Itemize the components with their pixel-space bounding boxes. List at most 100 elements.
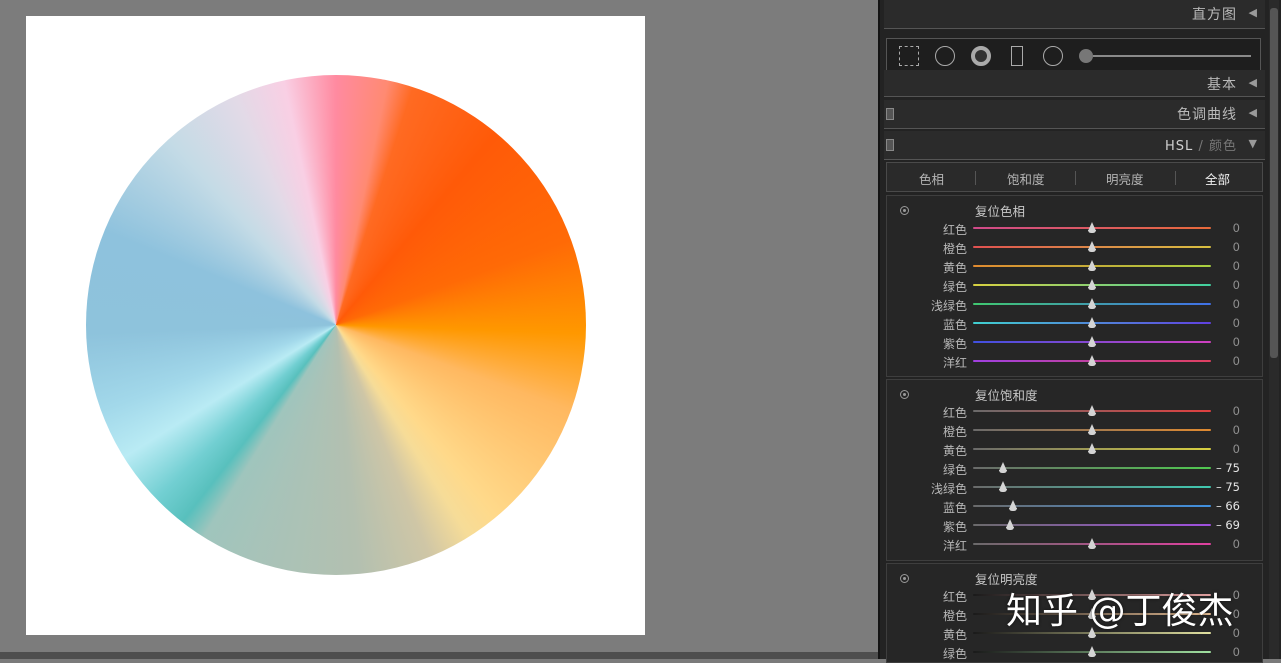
slider-value[interactable]: – 66 [1216, 499, 1240, 513]
slider-value[interactable]: 0 [1233, 537, 1240, 551]
slider-label: 紫色 [942, 520, 967, 534]
slider-label: 浅绿色 [930, 299, 967, 313]
slider-row: 洋红 0 [887, 535, 1264, 554]
slider-thumb[interactable] [1088, 646, 1096, 657]
hsl-label[interactable]: HSL [1165, 139, 1193, 154]
photo-preview[interactable] [26, 16, 645, 635]
slider-value[interactable]: 0 [1233, 588, 1240, 602]
tab-saturation[interactable]: 饱和度 [1007, 169, 1045, 188]
spot-removal-icon[interactable] [935, 46, 955, 66]
slider-thumb[interactable] [1088, 538, 1096, 549]
panel-toggle-switch[interactable] [886, 108, 894, 120]
histogram-title: 直方图 [1192, 7, 1237, 23]
slider-label: 洋红 [942, 539, 967, 553]
hsl-panel-header[interactable]: HSL / 颜色 ▼ [884, 131, 1265, 160]
tone-curve-panel-header[interactable]: 色调曲线 ◀ [884, 100, 1265, 129]
slider-row: 紫色 – 69 [887, 516, 1264, 535]
targeted-adjustment-icon[interactable] [900, 206, 909, 215]
hue-section: 复位色相 红色 0 橙色 0 黄色 0 绿色 0 浅绿色 0 蓝色 0 紫色 0 洋红 0 [886, 195, 1263, 377]
slider-thumb[interactable] [1088, 279, 1096, 290]
slider-value[interactable]: 0 [1233, 221, 1240, 235]
slider-value[interactable]: 0 [1233, 442, 1240, 456]
slider-value[interactable]: 0 [1233, 607, 1240, 621]
slider-label: 绿色 [942, 647, 967, 661]
slider-label: 橙色 [942, 242, 967, 256]
slider-label: 蓝色 [942, 501, 967, 515]
slider-thumb[interactable] [998, 481, 1007, 492]
graduated-filter-icon[interactable] [1011, 46, 1023, 66]
slider-row: 紫色 0 [887, 333, 1264, 352]
tool-slider-track[interactable] [1093, 55, 1251, 57]
tab-hue[interactable]: 色相 [919, 169, 944, 188]
slider-value[interactable]: 0 [1233, 404, 1240, 418]
slider-value[interactable]: 0 [1233, 423, 1240, 437]
slider-value[interactable]: 0 [1233, 259, 1240, 273]
panel-toggle-switch[interactable] [886, 139, 894, 151]
slider-track[interactable] [973, 486, 1211, 488]
slider-value[interactable]: – 75 [1216, 461, 1240, 475]
slider-value[interactable]: 0 [1233, 335, 1240, 349]
collapse-triangle-icon: ◀ [1248, 6, 1257, 19]
collapse-triangle-icon: ◀ [1248, 106, 1257, 119]
slider-value[interactable]: – 75 [1216, 480, 1240, 494]
slider-row: 洋红 0 [887, 352, 1264, 371]
slider-label: 红色 [942, 590, 967, 604]
slider-label: 红色 [942, 406, 967, 420]
slider-row: 红色 0 [887, 402, 1264, 421]
slider-thumb[interactable] [1088, 443, 1096, 454]
color-wheel-image [86, 75, 586, 575]
histogram-panel-header[interactable]: 直方图 ◀ [884, 0, 1265, 29]
basic-panel-header[interactable]: 基本 ◀ [884, 70, 1265, 97]
reset-hue-button[interactable]: 复位色相 [975, 201, 1025, 220]
panel-scrollbar[interactable] [1269, 0, 1279, 659]
slider-value[interactable]: 0 [1233, 316, 1240, 330]
slider-value[interactable]: 0 [1233, 240, 1240, 254]
slider-thumb[interactable] [1088, 424, 1096, 435]
slider-label: 绿色 [942, 280, 967, 294]
slider-value[interactable]: 0 [1233, 354, 1240, 368]
slider-value[interactable]: 0 [1233, 297, 1240, 311]
slider-thumb[interactable] [998, 462, 1007, 473]
slider-thumb[interactable] [1088, 405, 1096, 416]
slider-label: 蓝色 [942, 318, 967, 332]
red-eye-icon[interactable] [971, 46, 991, 66]
slider-thumb[interactable] [1009, 500, 1018, 511]
tab-divider [975, 171, 976, 185]
develop-right-panel: 直方图 ◀ 基本 ◀ 色调曲线 ◀ HSL / 颜色 ▼ 色相 饱和度 明亮度 [878, 0, 1281, 663]
slider-value[interactable]: 0 [1233, 278, 1240, 292]
tab-divider [1175, 171, 1176, 185]
tab-all[interactable]: 全部 [1205, 169, 1230, 188]
slider-thumb[interactable] [1088, 222, 1096, 233]
slider-value[interactable]: 0 [1233, 645, 1240, 659]
slider-track[interactable] [973, 467, 1211, 469]
slider-label: 紫色 [942, 337, 967, 351]
tab-luminance[interactable]: 明亮度 [1106, 169, 1144, 188]
slider-thumb[interactable] [1088, 355, 1096, 366]
slider-label: 黄色 [942, 444, 967, 458]
slider-thumb[interactable] [1088, 317, 1096, 328]
slider-label: 黄色 [942, 628, 967, 642]
tool-strip [886, 38, 1261, 72]
slider-row: 绿色 0 [887, 276, 1264, 295]
slider-thumb[interactable] [1088, 241, 1096, 252]
slider-value[interactable]: – 69 [1216, 518, 1240, 532]
targeted-adjustment-icon[interactable] [900, 390, 909, 399]
slider-thumb[interactable] [1005, 519, 1014, 530]
color-label[interactable]: 颜色 [1209, 139, 1237, 154]
saturation-section: 复位饱和度 红色 0 橙色 0 黄色 0 绿色 – 75 浅绿色 – 75 蓝色 – 66 紫色 – 69… [886, 379, 1263, 561]
slider-row: 红色 0 [887, 219, 1264, 238]
slider-row: 橙色 0 [887, 238, 1264, 257]
slider-label: 橙色 [942, 425, 967, 439]
radial-filter-icon[interactable] [1043, 46, 1063, 66]
slider-value[interactable]: 0 [1233, 626, 1240, 640]
crop-icon[interactable] [899, 46, 919, 66]
brush-icon[interactable] [1079, 49, 1093, 63]
targeted-adjustment-icon[interactable] [900, 574, 909, 583]
slider-thumb[interactable] [1088, 260, 1096, 271]
slider-thumb[interactable] [1088, 336, 1096, 347]
slider-thumb[interactable] [1088, 298, 1096, 309]
slider-label: 绿色 [942, 463, 967, 477]
slider-row: 黄色 0 [887, 257, 1264, 276]
scrollbar-thumb[interactable] [1270, 8, 1278, 358]
tone-curve-title: 色调曲线 [1177, 107, 1237, 123]
